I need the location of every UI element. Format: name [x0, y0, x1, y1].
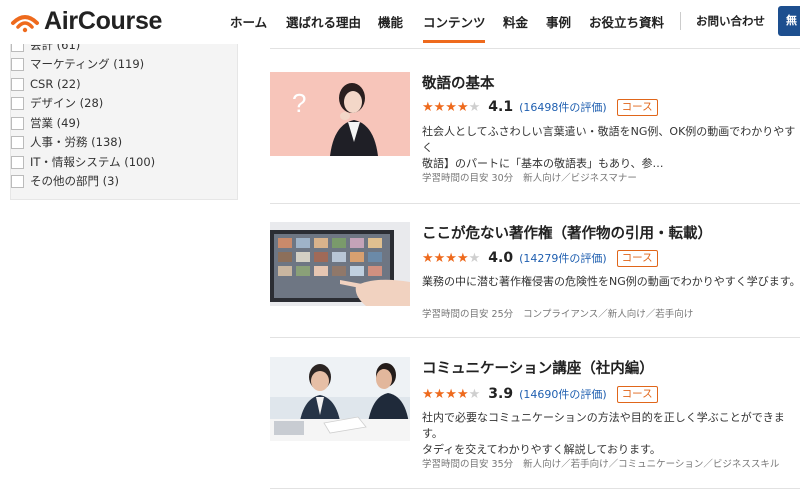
checkbox[interactable]	[11, 57, 24, 71]
checkbox[interactable]	[11, 77, 24, 91]
course-badge: コース	[616, 249, 658, 267]
contact-link[interactable]: お問い合わせ	[696, 13, 765, 29]
nav-reasons[interactable]: 選ばれる理由	[286, 12, 361, 31]
course-description: 社内で必要なコミュニケーションの方法や目的を正しく学ぶことができます。 タディを…	[422, 410, 800, 458]
course-thumbnail[interactable]: ?	[270, 72, 410, 156]
aircourse-logo-icon	[11, 15, 39, 33]
study-time: 学習時間の目安 35分	[422, 459, 514, 470]
study-time: 学習時間の目安 30分	[422, 173, 514, 184]
description-line: 業務の中に潜む著作権侵害の危険性をNG例の動画でわかりやすく学びます。	[422, 275, 800, 288]
review-count-link[interactable]: (14690件の評価)	[519, 386, 607, 402]
filter-label: IT・情報システム (100)	[30, 155, 156, 169]
rating-row: ★★★★★ 4.0 (14279件の評価) コース	[422, 249, 658, 267]
filter-label: 人事・労務 (138)	[30, 135, 123, 149]
course-title[interactable]: ここが危ない著作権（著作物の引用・転載）	[422, 222, 712, 243]
brand-logo[interactable]: AirCourse	[10, 6, 163, 35]
course-description: 業務の中に潜む著作権侵害の危険性をNG例の動画でわかりやすく学びます。	[422, 274, 800, 290]
filter-label: マーケティング (119)	[30, 57, 145, 71]
brand-name: AirCourse	[44, 6, 163, 35]
filter-design[interactable]: デザイン (28)	[11, 93, 103, 113]
course-title[interactable]: コミュニケーション講座（社内編）	[422, 357, 654, 378]
card-divider	[270, 203, 800, 204]
card-divider	[270, 337, 800, 338]
checkbox[interactable]	[11, 135, 24, 149]
checkbox[interactable]	[11, 116, 24, 130]
study-time: 学習時間の目安 25分	[422, 309, 514, 320]
filter-hr[interactable]: 人事・労務 (138)	[11, 132, 122, 152]
course-tags: コンプライアンス／新人向け／若手向け	[523, 309, 694, 320]
description-line: 社内で必要なコミュニケーションの方法や目的を正しく学ぶことができます。	[422, 411, 785, 440]
checkbox[interactable]	[11, 174, 24, 188]
card-divider	[270, 488, 800, 489]
filter-sales[interactable]: 営業 (49)	[11, 113, 80, 133]
star-rating-icon: ★★★★★	[422, 250, 481, 266]
course-thumbnail[interactable]	[270, 357, 410, 441]
nav-features[interactable]: 機能	[378, 12, 403, 31]
course-meta: 学習時間の目安 35分 新人向け／若手向け／コミュニケーション／ビジネススキル	[422, 456, 779, 470]
filter-label: CSR (22)	[30, 77, 81, 91]
rating-row: ★★★★★ 4.1 (16498件の評価) コース	[422, 98, 658, 116]
active-nav-underline	[423, 40, 485, 43]
card-divider	[270, 48, 800, 49]
course-tags: 新人向け／若手向け／コミュニケーション／ビジネススキル	[523, 459, 780, 470]
filter-other[interactable]: その他の部門 (3)	[11, 171, 119, 191]
nav-home[interactable]: ホーム	[230, 12, 267, 31]
star-rating-icon: ★★★★★	[422, 99, 481, 115]
filter-label: その他の部門 (3)	[30, 174, 119, 188]
filter-it[interactable]: IT・情報システム (100)	[11, 152, 155, 172]
monitor-thumbnail	[270, 222, 410, 306]
question-woman-thumbnail: ?	[270, 72, 410, 156]
course-badge: コース	[616, 98, 658, 116]
review-count-link[interactable]: (16498件の評価)	[519, 99, 607, 115]
filter-csr[interactable]: CSR (22)	[11, 74, 81, 94]
filter-label: 営業 (49)	[30, 116, 81, 130]
checkbox[interactable]	[11, 155, 24, 169]
rating-score: 4.1	[488, 99, 514, 115]
free-trial-button[interactable]: 無	[778, 6, 800, 36]
nav-pricing[interactable]: 料金	[503, 12, 528, 31]
course-title[interactable]: 敬語の基本	[422, 72, 495, 93]
checkbox[interactable]	[11, 96, 24, 110]
description-line: 社会人としてふさわしい言葉遣い・敬語をNG例、OK例の動画でわかりやすく	[422, 125, 796, 154]
course-description: 社会人としてふさわしい言葉遣い・敬語をNG例、OK例の動画でわかりやすく 敬語】…	[422, 124, 800, 172]
site-header: AirCourse ホーム 選ばれる理由 機能 コンテンツ 料金 事例 お役立ち…	[0, 0, 800, 44]
course-tags: 新人向け／ビジネスマナー	[523, 173, 637, 184]
course-meta: 学習時間の目安 30分 新人向け／ビジネスマナー	[422, 170, 637, 184]
review-count-link[interactable]: (14279件の評価)	[519, 250, 607, 266]
star-rating-icon: ★★★★★	[422, 386, 481, 402]
nav-resources[interactable]: お役立ち資料	[589, 12, 664, 31]
course-badge: コース	[616, 385, 658, 403]
filter-label: デザイン (28)	[30, 96, 104, 110]
meeting-thumbnail	[270, 357, 410, 441]
nav-contents[interactable]: コンテンツ	[423, 12, 486, 31]
rating-score: 4.0	[488, 250, 514, 266]
rating-row: ★★★★★ 3.9 (14690件の評価) コース	[422, 385, 658, 403]
course-meta: 学習時間の目安 25分 コンプライアンス／新人向け／若手向け	[422, 306, 693, 320]
svg-text:?: ?	[292, 88, 306, 118]
filter-marketing[interactable]: マーケティング (119)	[11, 54, 144, 74]
course-thumbnail[interactable]	[270, 222, 410, 306]
nav-cases[interactable]: 事例	[546, 12, 571, 31]
rating-score: 3.9	[488, 386, 514, 402]
nav-divider	[680, 12, 681, 30]
